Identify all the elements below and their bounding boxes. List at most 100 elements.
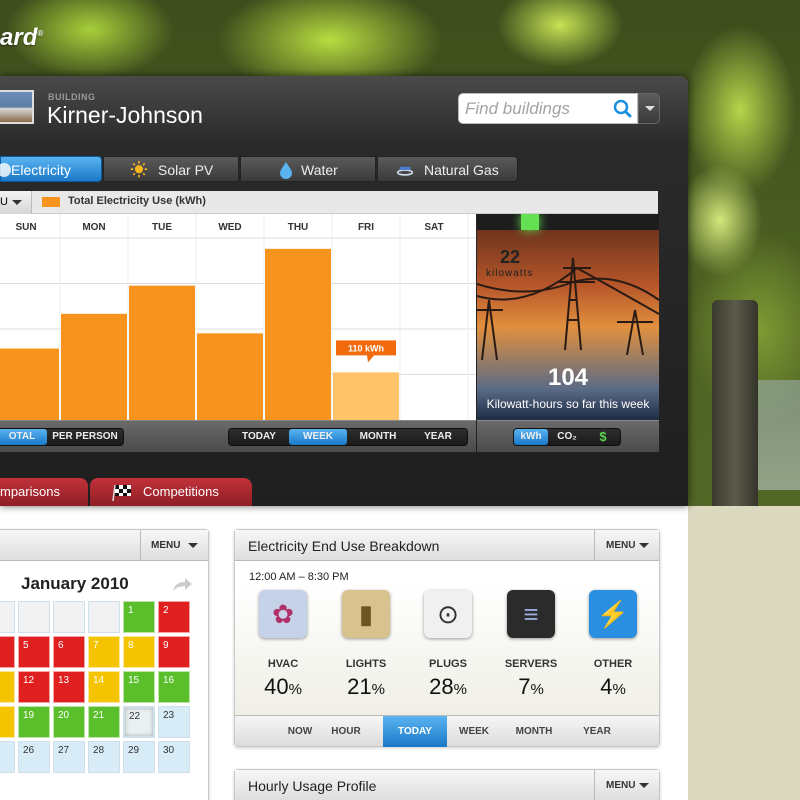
- calendar-day[interactable]: 5: [18, 636, 50, 668]
- calendar-day[interactable]: [0, 706, 15, 738]
- calendar-day[interactable]: 13: [53, 671, 85, 703]
- end-use-value: 4: [600, 674, 613, 699]
- calendar-day[interactable]: 6: [53, 636, 85, 668]
- calendar-day[interactable]: 19: [18, 706, 50, 738]
- usage-chart: SUN MON TUE WED THU FRI 110 kWh SAT: [0, 214, 476, 420]
- calendar-day[interactable]: 2: [158, 601, 190, 633]
- calendar-day[interactable]: 8: [123, 636, 155, 668]
- fan-icon: ✿: [259, 590, 307, 638]
- option-co2[interactable]: CO₂: [550, 429, 584, 445]
- chart-header: U Total Electricity Use (kWh): [0, 191, 658, 214]
- live-usage-panel: 22 kilowatts 104 Kilowatt-hours so far t…: [477, 214, 659, 420]
- next-month-arrow-icon[interactable]: [171, 576, 193, 592]
- tab-water[interactable]: Water: [240, 156, 376, 182]
- calendar-day[interactable]: 28: [88, 741, 120, 773]
- legend-swatch: [42, 197, 60, 207]
- end-use-percent: 28%: [418, 674, 478, 700]
- bar-sun[interactable]: [0, 348, 59, 421]
- calendar-day[interactable]: 1: [123, 601, 155, 633]
- week-total-kwh: 104: [547, 364, 589, 391]
- live-meter-indicator: [521, 214, 539, 230]
- unit-toggle: kWh CO₂ $: [513, 428, 621, 446]
- server-icon: ≡: [507, 590, 555, 638]
- bar-fri[interactable]: [333, 372, 399, 420]
- hourly-menu-button[interactable]: MENU: [594, 770, 659, 800]
- bar-mon[interactable]: [61, 313, 127, 420]
- time-option-month[interactable]: MONTH: [503, 716, 565, 747]
- calendar-day[interactable]: 21: [88, 706, 120, 738]
- day-label-mon: MON: [82, 222, 105, 233]
- calendar-day[interactable]: 7: [88, 636, 120, 668]
- tab-electricity[interactable]: Electricity: [0, 156, 102, 182]
- calendar-day[interactable]: 14: [88, 671, 120, 703]
- bar-thu[interactable]: [265, 248, 331, 420]
- day-label-wed: WED: [218, 222, 241, 233]
- option-year[interactable]: YEAR: [409, 429, 467, 445]
- lightning-icon: ⚡: [589, 590, 637, 638]
- option-kwh[interactable]: kWh: [514, 429, 548, 445]
- end-use-label: HVAC: [267, 658, 299, 670]
- day-label-fri: FRI: [358, 222, 374, 233]
- checkered-flag-icon: [112, 484, 131, 501]
- tab-water-label: Water: [301, 162, 338, 178]
- end-use-value: 7: [518, 674, 531, 699]
- app-logo[interactable]: ard®: [0, 24, 43, 52]
- calendar-day[interactable]: 9: [158, 636, 190, 668]
- calendar-day[interactable]: [53, 601, 85, 633]
- search-input[interactable]: [465, 98, 610, 120]
- calendar-day[interactable]: 27: [53, 741, 85, 773]
- end-use-menu-button[interactable]: MENU: [594, 530, 659, 561]
- tab-natural-gas[interactable]: Natural Gas: [377, 156, 518, 182]
- time-option-today[interactable]: TODAY: [383, 716, 447, 747]
- option-total[interactable]: OTAL: [0, 429, 47, 445]
- day-label-tue: TUE: [152, 222, 172, 233]
- tab-comparisons[interactable]: mparisons: [0, 478, 88, 506]
- day-label-sun: SUN: [15, 222, 36, 233]
- search-button[interactable]: [611, 96, 635, 121]
- option-month[interactable]: MONTH: [347, 429, 409, 445]
- page-margin: [688, 506, 800, 800]
- end-use-unit: %: [612, 681, 626, 698]
- chart-view-dropdown[interactable]: U: [0, 191, 32, 214]
- tab-competitions[interactable]: Competitions: [90, 478, 252, 506]
- option-week[interactable]: WEEK: [289, 429, 347, 445]
- calendar-day[interactable]: 30: [158, 741, 190, 773]
- search-dropdown-button[interactable]: [638, 93, 660, 124]
- calendar-day[interactable]: 15: [123, 671, 155, 703]
- option-per-person[interactable]: PER PERSON: [49, 429, 121, 445]
- calendar-day[interactable]: [88, 601, 120, 633]
- option-today[interactable]: TODAY: [229, 429, 289, 445]
- calendar-day[interactable]: 20: [53, 706, 85, 738]
- calendar-day[interactable]: [18, 601, 50, 633]
- end-use-title: Electricity End Use Breakdown: [248, 538, 440, 554]
- end-use-label: LIGHTS: [345, 658, 387, 670]
- calendar-day[interactable]: [0, 741, 15, 773]
- calendar-day[interactable]: 22: [123, 706, 155, 738]
- search-box: [458, 93, 638, 124]
- live-kilowatts: 22: [500, 247, 521, 267]
- search-icon: [613, 99, 632, 118]
- time-option-year[interactable]: YEAR: [573, 716, 621, 747]
- calendar-day[interactable]: 12: [18, 671, 50, 703]
- calendar-day[interactable]: 16: [158, 671, 190, 703]
- bar-wed[interactable]: [197, 333, 263, 420]
- calendar-widget: MENU January 2010 1 2 5 6 7 8 9 12 13 14 15 16 19 20 2…: [0, 529, 209, 800]
- calendar-day[interactable]: 23: [158, 706, 190, 738]
- time-option-hour[interactable]: HOUR: [319, 716, 373, 747]
- end-use-label: OTHER: [593, 658, 633, 670]
- calendar-day[interactable]: 29: [123, 741, 155, 773]
- week-total-caption: Kilowatt-hours so far this week: [486, 397, 650, 411]
- end-use-percent: 7%: [501, 674, 561, 700]
- calendar-menu-button[interactable]: MENU: [140, 530, 208, 561]
- bar-tue[interactable]: [129, 285, 195, 420]
- option-cost[interactable]: $: [586, 429, 620, 445]
- time-option-week[interactable]: WEEK: [447, 716, 501, 747]
- calendar-day[interactable]: [0, 601, 15, 633]
- day-label-thu: THU: [288, 222, 309, 233]
- calendar-day[interactable]: [0, 671, 15, 703]
- hourly-header: Hourly Usage Profile MENU: [235, 770, 659, 800]
- calendar-day[interactable]: [0, 636, 15, 668]
- tab-solar-pv[interactable]: Solar PV: [103, 156, 239, 182]
- calendar-day[interactable]: 26: [18, 741, 50, 773]
- tab-comparisons-label: mparisons: [0, 484, 60, 499]
